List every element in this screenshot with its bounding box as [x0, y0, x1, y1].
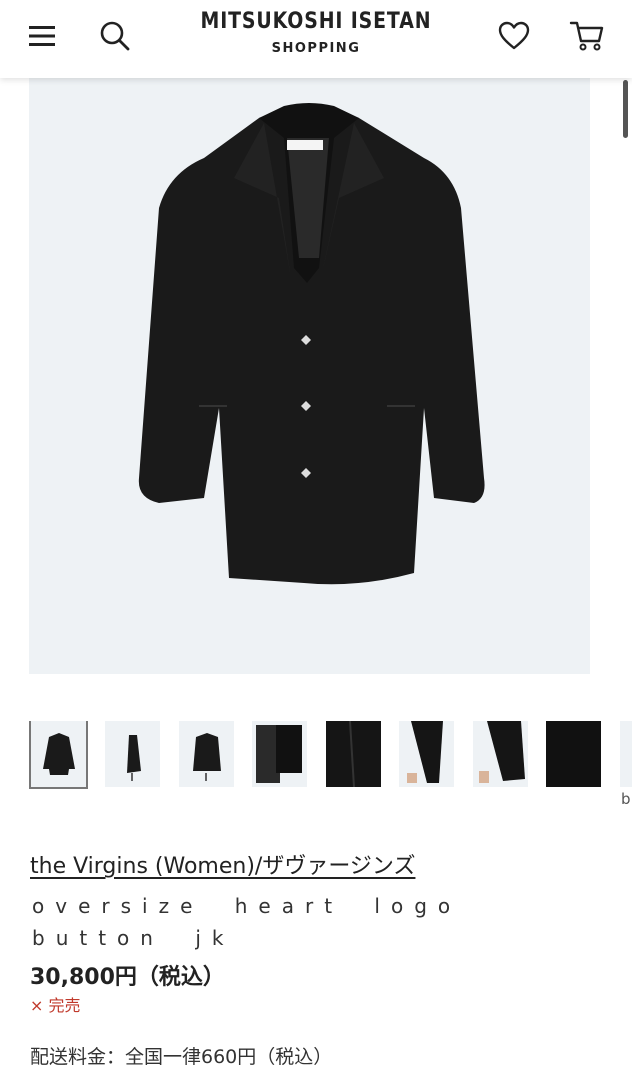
- thumbnail-7[interactable]: [473, 721, 528, 787]
- soldout-x-icon: ×: [30, 996, 44, 1015]
- soldout-status: × 完売: [30, 992, 81, 1016]
- search-icon[interactable]: [93, 14, 137, 58]
- brand-subtitle: SHOPPING: [271, 41, 361, 56]
- site-logo[interactable]: MITSUKOSHI ISETAN SHOPPING: [166, 8, 466, 58]
- thumbnail-4[interactable]: [252, 721, 307, 787]
- scrollbar-thumb[interactable]: [623, 80, 628, 138]
- soldout-label: 完売: [48, 996, 81, 1015]
- favorite-heart-icon[interactable]: [492, 14, 536, 58]
- thumbnail-2[interactable]: [105, 721, 160, 787]
- thumbnail-6[interactable]: [399, 721, 454, 787]
- thumbnail-3[interactable]: [179, 721, 234, 787]
- thumbnail-5[interactable]: [326, 721, 381, 787]
- brand-title: MITSUKOSHI ISETAN: [200, 9, 432, 34]
- thumbnail-1[interactable]: [29, 721, 88, 789]
- thumbnail-8[interactable]: [546, 721, 601, 787]
- cart-icon[interactable]: [565, 14, 609, 58]
- menu-icon[interactable]: [20, 14, 64, 58]
- thumbnail-overflow-hint: b: [621, 790, 631, 808]
- product-name: oversize heart logo button jk: [32, 894, 462, 950]
- thumbnail-9-partial[interactable]: [620, 721, 632, 787]
- brand-link[interactable]: the Virgins (Women)/ザヴァージンズ: [30, 848, 415, 880]
- shipping-fee: 配送料金：全国一律660円（税込）: [30, 1046, 333, 1068]
- product-price: 30,800円（税込）: [30, 965, 225, 990]
- main-product-image[interactable]: [29, 78, 590, 674]
- thumbnail-strip: [29, 721, 632, 811]
- site-header: MITSUKOSHI ISETAN SHOPPING: [0, 0, 632, 78]
